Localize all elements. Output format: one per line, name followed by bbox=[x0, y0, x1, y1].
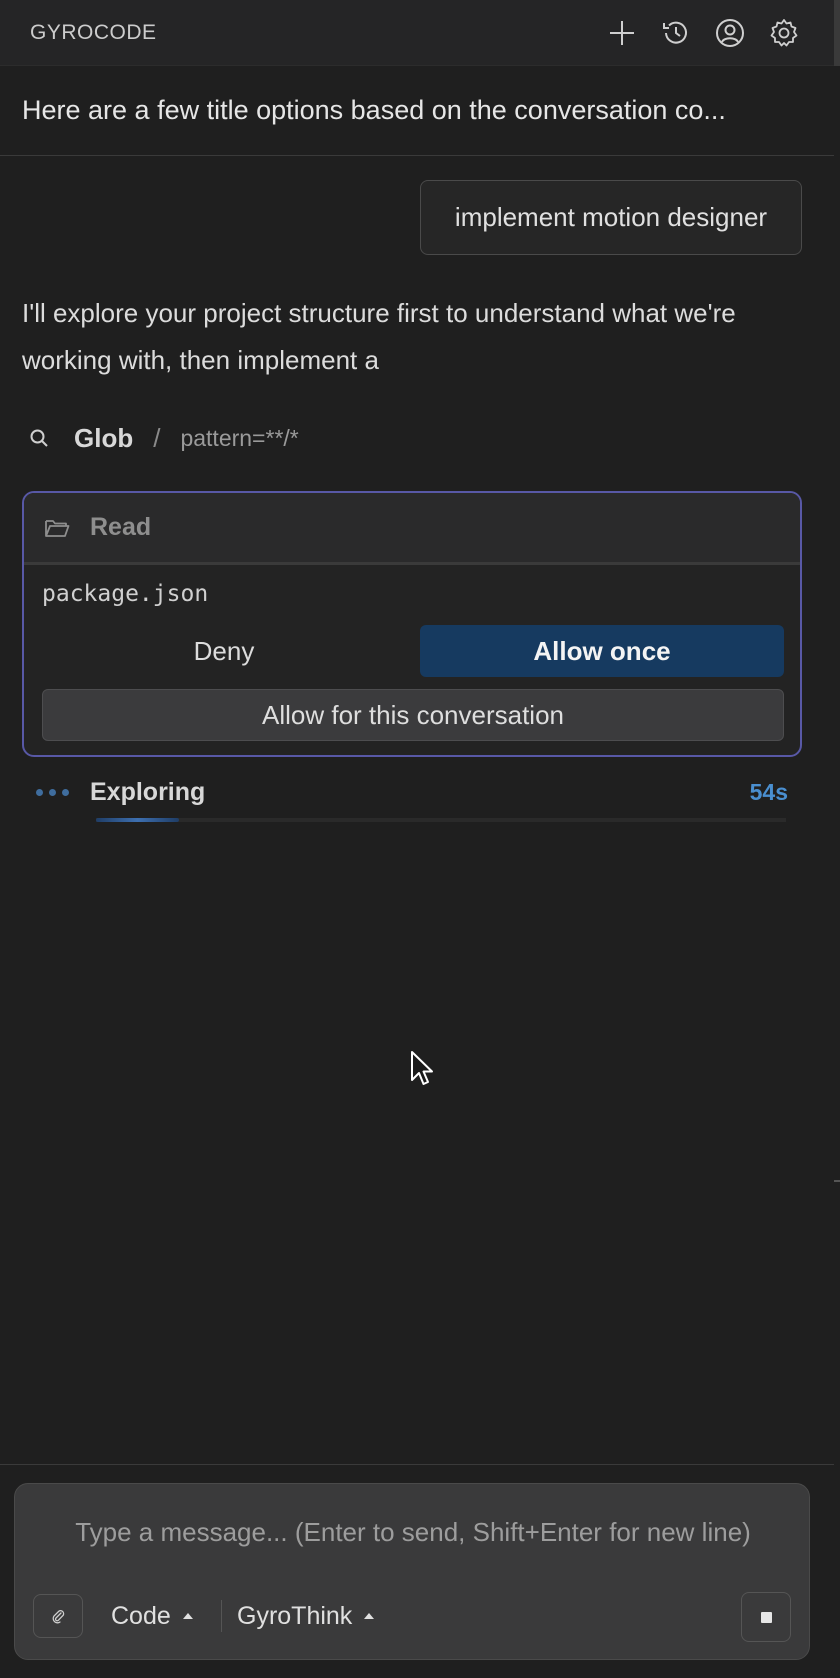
permission-file: package.json bbox=[42, 581, 209, 607]
account-icon bbox=[716, 18, 744, 47]
mode-dropdown[interactable]: Code bbox=[111, 1594, 193, 1638]
tool-name: Glob bbox=[74, 422, 134, 453]
user-message: implement motion designer bbox=[420, 180, 802, 255]
account-button[interactable] bbox=[714, 17, 746, 49]
scrollbar-marker bbox=[834, 1180, 840, 1182]
new-chat-button[interactable] bbox=[606, 17, 638, 49]
progress-fill bbox=[96, 818, 179, 822]
caret-up-icon bbox=[364, 1613, 375, 1619]
mode-label: Code bbox=[111, 1601, 171, 1630]
status-label: Exploring bbox=[90, 777, 206, 806]
scrollbar-thumb[interactable] bbox=[834, 0, 840, 66]
top-bar-actions bbox=[606, 17, 800, 49]
paperclip-icon bbox=[52, 1610, 65, 1624]
plus-icon bbox=[610, 20, 634, 45]
stop-button[interactable] bbox=[741, 1592, 791, 1642]
progress-bar bbox=[96, 818, 786, 822]
status-row: Exploring 54s bbox=[36, 772, 788, 812]
caret-up-icon bbox=[182, 1613, 193, 1619]
settings-button[interactable] bbox=[768, 17, 800, 49]
tool-call-glob[interactable]: Glob / pattern=**/* bbox=[28, 416, 299, 460]
assistant-message: I'll explore your project structure firs… bbox=[22, 298, 736, 375]
gear-icon bbox=[770, 18, 798, 46]
tool-args: pattern=**/* bbox=[180, 424, 299, 451]
model-dropdown[interactable]: GyroThink bbox=[237, 1594, 375, 1638]
top-bar: GYROCODE bbox=[0, 0, 834, 66]
attach-button[interactable] bbox=[33, 1594, 83, 1638]
history-button[interactable] bbox=[660, 17, 692, 49]
allow-once-button[interactable]: Allow once bbox=[420, 625, 784, 677]
stop-icon bbox=[760, 1611, 772, 1623]
deny-button[interactable]: Deny bbox=[42, 625, 406, 677]
permission-header: Read bbox=[24, 493, 800, 565]
composer: Code GyroThink bbox=[14, 1483, 810, 1660]
allow-conversation-button[interactable]: Allow for this conversation bbox=[42, 689, 784, 741]
dropdown-divider bbox=[221, 1600, 222, 1632]
conversation-title: Here are a few title options based on th… bbox=[0, 66, 834, 156]
message-input[interactable] bbox=[35, 1502, 791, 1562]
status-elapsed: 54s bbox=[749, 778, 788, 805]
search-icon bbox=[30, 429, 48, 447]
mouse-cursor-icon bbox=[411, 1051, 433, 1085]
permission-tool-name: Read bbox=[90, 513, 152, 541]
tool-separator: / bbox=[153, 422, 161, 453]
folder-open-icon bbox=[45, 519, 70, 537]
model-label: GyroThink bbox=[237, 1601, 353, 1630]
history-icon bbox=[663, 21, 687, 44]
app-brand: GYROCODE bbox=[30, 20, 157, 44]
permission-card: Read package.json Deny Allow once Allow … bbox=[22, 491, 802, 757]
composer-divider bbox=[0, 1464, 834, 1465]
loading-dots-icon bbox=[36, 788, 90, 796]
